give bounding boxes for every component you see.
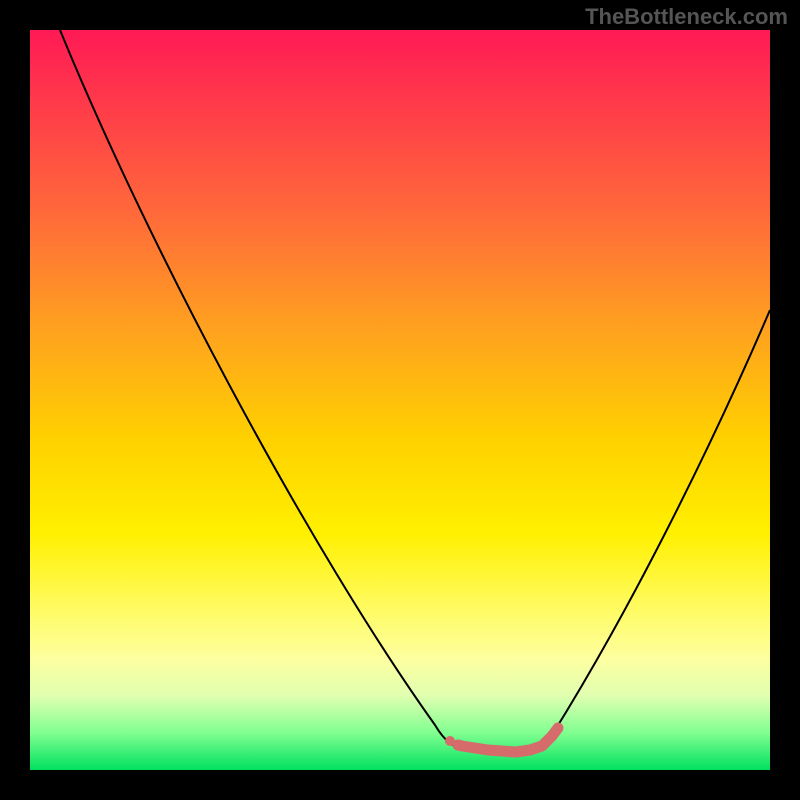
chart-svg [30, 30, 770, 770]
bottleneck-curve [60, 30, 770, 753]
highlight-dot [445, 736, 455, 746]
chart-plot-area [30, 30, 770, 770]
watermark-text: TheBottleneck.com [585, 4, 788, 30]
highlight-segment [458, 728, 558, 752]
